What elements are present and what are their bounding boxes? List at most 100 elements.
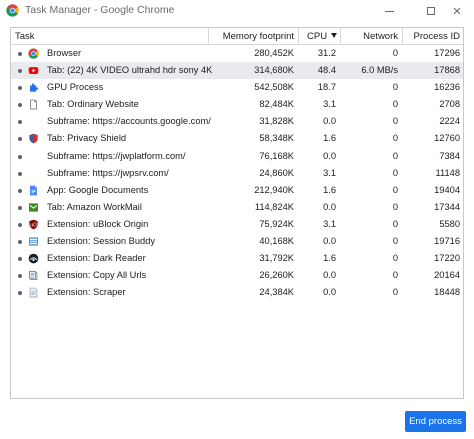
- cell-network: 0: [392, 133, 398, 144]
- cell-cpu: 0.0: [323, 287, 336, 298]
- bullet-icon: [18, 137, 22, 142]
- table-row[interactable]: Extension: Dark Reader 31,792K 1.6 0 17220: [11, 250, 463, 267]
- cell-task: Tab: Privacy Shield: [47, 133, 127, 144]
- table-row[interactable]: Extension: Scraper 24,384K 0.0 0 18448: [11, 284, 463, 301]
- cell-pid: 19404: [434, 184, 460, 195]
- table-row[interactable]: uO Extension: uBlock Origin 75,924K 3.1 0 558…: [11, 216, 463, 233]
- copy-urls-icon: [28, 270, 39, 281]
- table-row[interactable]: Tab: Ordinary Website 82,484K 3.1 0 2708: [11, 96, 463, 113]
- session-buddy-icon: [28, 236, 39, 247]
- cell-cpu: 0.0: [323, 201, 336, 212]
- close-button[interactable]: ✕: [440, 0, 474, 22]
- bullet-icon: [18, 188, 22, 193]
- cell-memory: 40,168K: [259, 236, 294, 247]
- title-bar: Task Manager - Google Chrome ✕: [0, 0, 474, 22]
- table-header: Task Memory footprint CPU Network Proces…: [11, 28, 463, 45]
- table-row[interactable]: Tab: Privacy Shield 58,348K 1.6 0 12760: [11, 130, 463, 147]
- cell-task: Extension: uBlock Origin: [47, 218, 149, 229]
- table-row[interactable]: Subframe: https://jwplatform.com/76,168K…: [11, 148, 463, 165]
- workmail-icon: [28, 202, 39, 213]
- cell-cpu: 1.6: [323, 253, 336, 264]
- cell-cpu: 3.1: [323, 99, 336, 110]
- cell-task: App: Google Documents: [47, 184, 149, 195]
- cell-network: 0: [392, 253, 398, 264]
- cell-cpu: 0.0: [323, 116, 336, 127]
- end-process-button[interactable]: End process: [405, 411, 466, 432]
- dark-reader-icon: [28, 253, 39, 264]
- cell-network: 0: [392, 48, 398, 58]
- sort-descending-icon: [331, 33, 338, 38]
- cell-pid: 2224: [439, 116, 460, 127]
- cell-pid: 19716: [434, 236, 460, 247]
- cell-pid: 20164: [434, 270, 460, 281]
- docs-icon: [28, 185, 39, 196]
- cell-memory: 58,348K: [259, 133, 294, 144]
- cell-network: 0: [392, 167, 398, 178]
- cell-network: 0: [392, 116, 398, 127]
- puzzle-icon: [28, 82, 39, 93]
- cell-task: Subframe: https://jwplatform.com/: [47, 150, 186, 161]
- cell-task: Tab: (22) 4K VIDEO ultrahd hdr sony 4K V…: [47, 65, 212, 76]
- column-header-memory[interactable]: Memory footprint: [208, 28, 298, 45]
- cell-memory: 24,384K: [259, 287, 294, 298]
- bullet-icon: [18, 274, 22, 279]
- table-row[interactable]: Subframe: https://jwpsrv.com/24,860K 3.1 0…: [11, 165, 463, 182]
- cell-memory: 26,260K: [259, 270, 294, 281]
- bullet-icon: [18, 52, 22, 56]
- cell-network: 0: [392, 236, 398, 247]
- minimize-icon: [384, 10, 394, 12]
- close-icon: ✕: [452, 5, 462, 18]
- window-title: Task Manager - Google Chrome: [25, 4, 175, 16]
- table-row[interactable]: Tab: Amazon WorkMail 114,824K 0.0 0 17344: [11, 199, 463, 216]
- cell-memory: 314,680K: [254, 65, 294, 76]
- cell-task: Extension: Scraper: [47, 287, 126, 298]
- maximize-icon: [427, 7, 435, 15]
- cell-cpu: 1.6: [323, 133, 336, 144]
- column-header-task[interactable]: Task: [15, 28, 35, 45]
- cell-cpu: 31.2: [317, 48, 336, 58]
- bullet-icon: [18, 69, 22, 74]
- cell-task: Browser: [47, 48, 82, 58]
- cell-task: GPU Process: [47, 82, 104, 93]
- column-header-pid[interactable]: Process ID: [402, 28, 463, 45]
- table-row[interactable]: Browser 280,452K 31.2 0 17296: [11, 45, 463, 62]
- cell-task: Subframe: https://jwpsrv.com/: [47, 167, 169, 178]
- table-row[interactable]: App: Google Documents 212,940K 1.6 0 19404: [11, 182, 463, 199]
- task-table: Task Memory footprint CPU Network Proces…: [10, 27, 464, 399]
- cell-pid: 7384: [439, 150, 460, 161]
- cell-memory: 542,508K: [254, 82, 294, 93]
- cell-pid: 17344: [434, 201, 460, 212]
- table-row[interactable]: Extension: Copy All Urls 26,260K 0.0 0 20164: [11, 267, 463, 284]
- ublock-icon: uO: [28, 219, 39, 230]
- minimize-button[interactable]: [372, 0, 406, 22]
- cell-memory: 31,792K: [259, 253, 294, 264]
- cell-pid: 17220: [434, 253, 460, 264]
- cell-network: 0: [392, 218, 398, 229]
- column-header-cpu[interactable]: CPU: [298, 28, 340, 45]
- cell-pid: 12760: [434, 133, 460, 144]
- cell-memory: 212,940K: [254, 184, 294, 195]
- cell-pid: 18448: [434, 287, 460, 298]
- cell-network: 0: [392, 287, 398, 298]
- cell-cpu: 18.7: [317, 82, 336, 93]
- cell-task: Tab: Amazon WorkMail: [47, 201, 142, 212]
- table-row[interactable]: Subframe: https://accounts.google.com/31…: [11, 113, 463, 130]
- cell-memory: 280,452K: [254, 48, 294, 58]
- cell-cpu: 0.0: [323, 236, 336, 247]
- table-row[interactable]: GPU Process 542,508K 18.7 0 16236: [11, 79, 463, 96]
- table-row[interactable]: Extension: Session Buddy 40,168K 0.0 0 19716: [11, 233, 463, 250]
- table-row[interactable]: Tab: (22) 4K VIDEO ultrahd hdr sony 4K V…: [11, 62, 463, 80]
- bullet-icon: [18, 103, 22, 108]
- cell-network: 0: [392, 270, 398, 281]
- cell-cpu: 48.4: [317, 65, 336, 76]
- column-header-network[interactable]: Network: [340, 28, 402, 45]
- table-body: Browser 280,452K 31.2 0 17296 Tab: (22) 4K VI…: [11, 45, 463, 301]
- chrome-icon: [28, 48, 39, 59]
- cell-pid: 11148: [435, 167, 460, 178]
- cell-network: 0: [392, 82, 398, 93]
- cell-cpu: 3.1: [323, 218, 336, 229]
- cell-pid: 5580: [439, 218, 460, 229]
- cell-network: 0: [392, 201, 398, 212]
- shield-icon: [28, 133, 39, 144]
- bullet-icon: [18, 86, 22, 91]
